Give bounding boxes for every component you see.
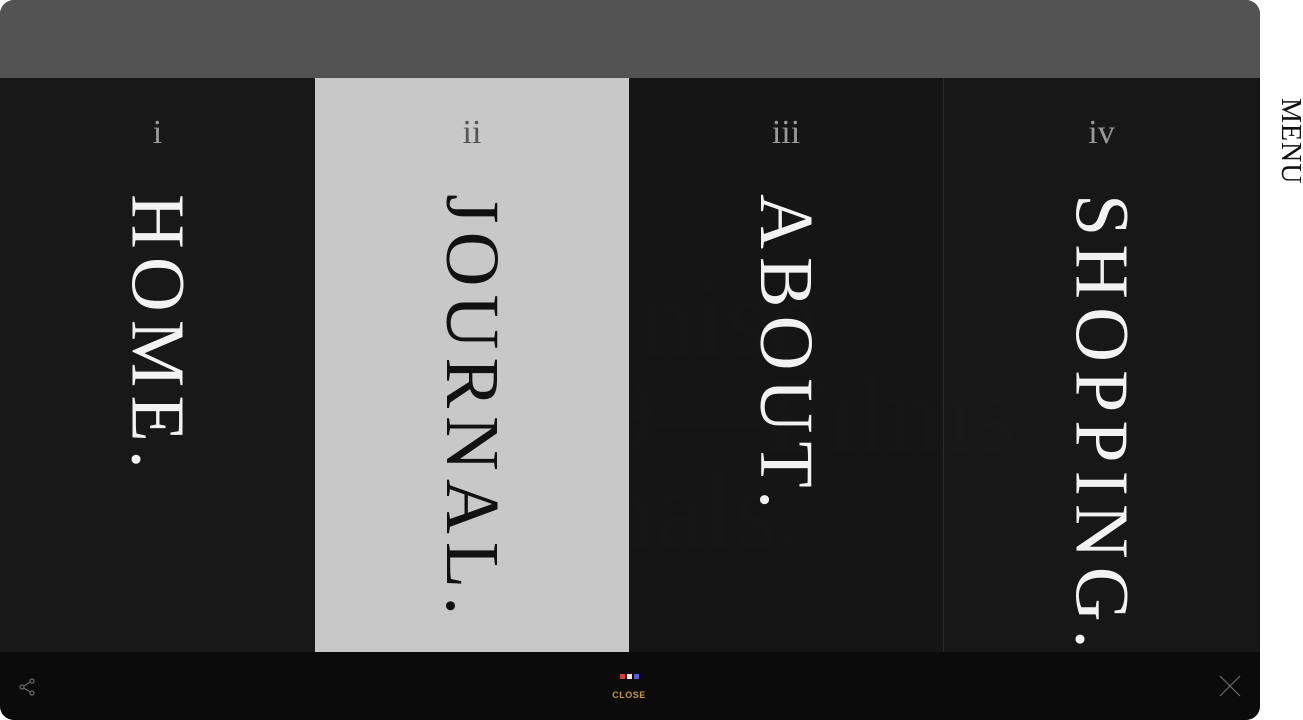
top-bar	[0, 0, 1260, 78]
menu-overlay: nise 9—Films nals. i HOME. ii JOURNAL. i…	[0, 0, 1260, 720]
menu-panels: i HOME. ii JOURNAL. iii ABOUT. iv SHOPPI…	[0, 78, 1260, 657]
menu-item-numeral: i	[152, 114, 163, 151]
close-dots-icon	[604, 674, 654, 680]
menu-item-label: SHOPPING.	[1059, 194, 1144, 657]
menu-item-numeral: iv	[1088, 114, 1115, 151]
share-icon[interactable]	[16, 676, 38, 698]
close-dot-red	[619, 674, 625, 679]
menu-item-numeral: ii	[462, 114, 482, 151]
menu-item-shopping[interactable]: iv SHOPPING.	[944, 78, 1259, 657]
close-button[interactable]: CLOSE	[604, 674, 654, 704]
menu-item-label: ABOUT.	[744, 194, 828, 518]
close-label: CLOSE	[612, 690, 646, 700]
menu-item-journal[interactable]: ii JOURNAL.	[315, 78, 629, 652]
close-x-icon[interactable]	[1218, 674, 1242, 698]
menu-item-about[interactable]: iii ABOUT.	[629, 78, 944, 652]
bottom-bar: CLOSE	[0, 652, 1260, 720]
close-dot-white	[626, 674, 632, 679]
close-dot-blue	[633, 674, 639, 679]
menu-item-label: HOME.	[115, 194, 200, 477]
side-menu-toggle[interactable]: MENU	[1275, 98, 1303, 184]
menu-item-home[interactable]: i HOME.	[0, 78, 315, 652]
menu-item-label: JOURNAL.	[430, 194, 514, 624]
menu-item-numeral: iii	[771, 114, 801, 151]
